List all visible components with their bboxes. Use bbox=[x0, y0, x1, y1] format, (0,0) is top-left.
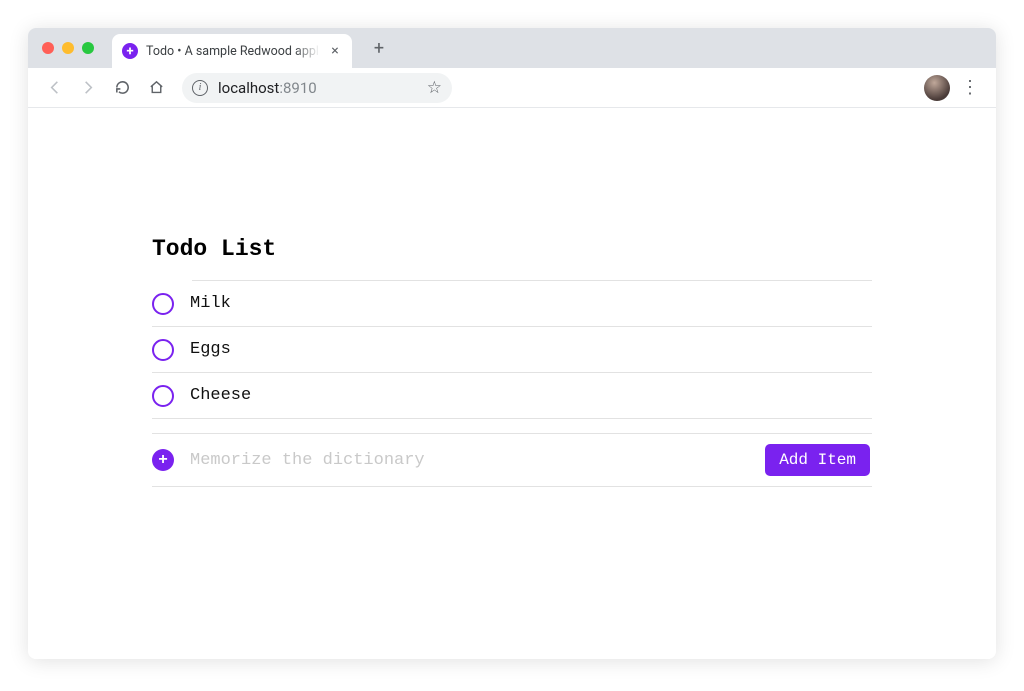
site-info-icon[interactable]: i bbox=[192, 80, 208, 96]
reload-button[interactable] bbox=[108, 74, 136, 102]
browser-window: Todo • A sample Redwood appl × + i local… bbox=[28, 28, 996, 659]
browser-tab[interactable]: Todo • A sample Redwood appl × bbox=[112, 34, 352, 68]
arrow-left-icon bbox=[46, 79, 63, 96]
forward-button[interactable] bbox=[74, 74, 102, 102]
circle-unchecked-icon[interactable] bbox=[152, 339, 174, 361]
todo-item-label: Cheese bbox=[190, 386, 251, 405]
close-window-button[interactable] bbox=[42, 42, 54, 54]
todo-item-label: Eggs bbox=[190, 340, 231, 359]
todo-item-label: Milk bbox=[190, 294, 231, 313]
page-content: Todo List Milk Eggs Cheese Add bbox=[28, 108, 996, 659]
arrow-right-icon bbox=[80, 79, 97, 96]
url-port: :8910 bbox=[279, 79, 316, 97]
todo-item[interactable]: Eggs bbox=[152, 327, 872, 373]
browser-menu-button[interactable]: ⋮ bbox=[956, 74, 984, 102]
tab-favicon-icon bbox=[122, 43, 138, 59]
tab-title: Todo • A sample Redwood appl bbox=[146, 44, 320, 59]
profile-avatar[interactable] bbox=[924, 75, 950, 101]
address-bar[interactable]: i localhost:8910 ☆ bbox=[182, 73, 452, 103]
todo-item[interactable]: Milk bbox=[152, 281, 872, 327]
add-item-row: Add Item bbox=[152, 433, 872, 487]
circle-unchecked-icon[interactable] bbox=[152, 293, 174, 315]
new-tab-button[interactable]: + bbox=[366, 35, 392, 61]
maximize-window-button[interactable] bbox=[82, 42, 94, 54]
plus-circle-icon bbox=[152, 449, 174, 471]
todo-list: Milk Eggs Cheese Add Item bbox=[192, 280, 872, 487]
close-tab-button[interactable]: × bbox=[328, 43, 342, 59]
add-item-input[interactable] bbox=[190, 451, 749, 470]
reload-icon bbox=[114, 79, 131, 96]
minimize-window-button[interactable] bbox=[62, 42, 74, 54]
home-button[interactable] bbox=[142, 74, 170, 102]
url-host: localhost bbox=[218, 79, 279, 97]
page-title: Todo List bbox=[152, 236, 872, 262]
home-icon bbox=[148, 79, 165, 96]
browser-toolbar: i localhost:8910 ☆ ⋮ bbox=[28, 68, 996, 108]
back-button[interactable] bbox=[40, 74, 68, 102]
todo-app: Todo List Milk Eggs Cheese Add bbox=[152, 236, 872, 487]
add-item-button[interactable]: Add Item bbox=[765, 444, 870, 476]
circle-unchecked-icon[interactable] bbox=[152, 385, 174, 407]
tab-bar: Todo • A sample Redwood appl × + bbox=[28, 28, 996, 68]
url-text: localhost:8910 bbox=[218, 79, 317, 97]
todo-item[interactable]: Cheese bbox=[152, 373, 872, 419]
bookmark-star-icon[interactable]: ☆ bbox=[427, 78, 442, 98]
window-controls bbox=[42, 42, 94, 54]
